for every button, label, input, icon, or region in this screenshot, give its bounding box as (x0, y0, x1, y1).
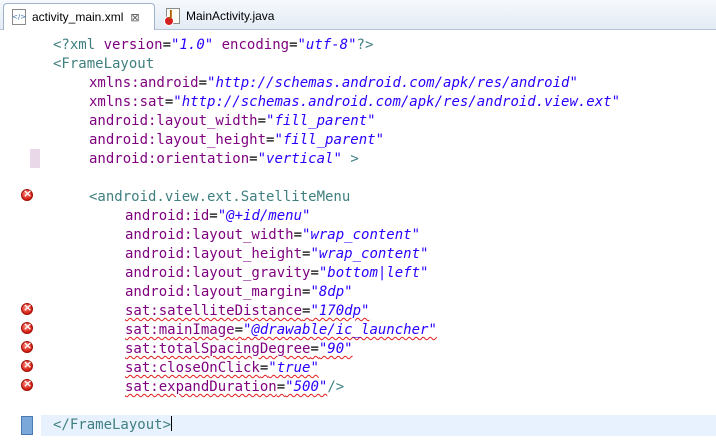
attr-value: "8dp" (310, 284, 353, 300)
java-file-error-icon (164, 8, 180, 26)
attr-value: "true" (268, 360, 319, 376)
attr-name: xmlns:android (89, 75, 199, 91)
attr-name: sat:mainImage (125, 322, 235, 338)
attr-value: "utf-8" (297, 37, 357, 53)
code-line: xmlns:sat="http://schemas.android.com/ap… (89, 93, 620, 112)
error-icon[interactable] (21, 187, 33, 201)
code-line: android:layout_margin="8dp" (125, 283, 353, 302)
equals: = (249, 151, 258, 167)
tag-close: > (341, 151, 359, 167)
tab-label: MainActivity.java (186, 9, 275, 23)
attr-value: "http://schemas.android.com/apk/res/andr… (207, 75, 578, 91)
code-line: xmlns:android="http://schemas.android.co… (89, 74, 578, 93)
tag-close: </FrameLayout> (53, 417, 172, 433)
attr-name: android:layout_height (89, 132, 267, 148)
text-cursor (171, 416, 173, 431)
error-icon[interactable] (21, 358, 33, 372)
tab-activity-main-xml[interactable]: activity_main.xml ⊠ (3, 3, 155, 30)
attr-value: "http://schemas.android.com/apk/res/andr… (173, 94, 621, 110)
code-line: android:orientation="vertical" > (89, 150, 359, 169)
attr-value: "wrap_content" (302, 227, 421, 243)
code-line: <FrameLayout (53, 55, 154, 74)
attr-name: encoding (221, 37, 290, 53)
close-tab-icon[interactable]: ⊠ (130, 11, 139, 24)
attr-name: sat:expandDuration (125, 379, 277, 395)
attr-value: "bottom|left" (318, 265, 429, 281)
error-icon[interactable] (21, 377, 33, 391)
code-line: android:layout_height="fill_parent" (89, 131, 384, 150)
attr-value: "170dp" (310, 303, 370, 319)
code-line-error: sat:closeOnClick="true" (125, 359, 319, 378)
attr-name: android:layout_width (125, 227, 294, 243)
attr-name: android:layout_width (89, 113, 258, 129)
attr-name: version (103, 37, 163, 53)
attr-value: "vertical" (257, 151, 342, 167)
equals: = (198, 75, 208, 91)
attr-name: sat:closeOnClick (125, 360, 260, 376)
code-line: android:layout_width="fill_parent" (89, 112, 376, 131)
code-line: <android.view.ext.SatelliteMenu (89, 188, 350, 207)
attr-value: "500" (285, 379, 328, 395)
equals: = (310, 265, 319, 281)
attr-value: "90" (318, 341, 353, 357)
xml-editor[interactable]: <?xml version="1.0" encoding="utf-8"?> <… (41, 30, 716, 440)
tag-self-close: /> (327, 379, 345, 395)
code-line: android:id="@+id/menu" (125, 207, 310, 226)
attr-name: android:id (125, 208, 210, 224)
equals: = (276, 379, 286, 395)
attr-value: "@drawable/ic_launcher" (243, 322, 437, 338)
code-line: </FrameLayout> (53, 416, 173, 435)
error-icon[interactable] (21, 339, 33, 353)
attr-name: android:layout_gravity (125, 265, 311, 281)
error-icon[interactable] (21, 320, 33, 334)
equals: = (310, 341, 319, 357)
change-marker (30, 149, 40, 168)
attr-value: "@+id/menu" (217, 208, 311, 224)
xml-file-icon (12, 9, 26, 25)
attr-name: android:orientation (89, 151, 250, 167)
attr-name: android:layout_margin (125, 284, 303, 300)
attr-value: "fill_parent" (274, 132, 385, 148)
code-line: android:layout_height="wrap_content" (125, 245, 428, 264)
equals: = (289, 37, 298, 53)
attr-name: android:layout_height (125, 246, 303, 262)
attr-value: "1.0" (171, 37, 214, 53)
equals: = (162, 37, 172, 53)
xml-decl-close: ?> (356, 37, 374, 53)
editor-tab-bar: activity_main.xml ⊠ MainActivity.java (0, 0, 716, 30)
code-line-error: sat:expandDuration="500"/> (125, 378, 344, 397)
tag-open: <android.view.ext.SatelliteMenu (89, 189, 351, 205)
code-line: <?xml version="1.0" encoding="utf-8"?> (53, 36, 373, 55)
attr-value: "wrap_content" (310, 246, 429, 262)
code-line: android:layout_width="wrap_content" (125, 226, 420, 245)
attr-name: sat:totalSpacingDegree (125, 341, 311, 357)
equals: = (234, 322, 244, 338)
code-line: android:layout_gravity="bottom|left" (125, 264, 428, 283)
attr-name: sat:satelliteDistance (125, 303, 303, 319)
error-icon[interactable] (21, 301, 33, 315)
attr-name: xmlns:sat (89, 94, 165, 110)
equals: = (293, 227, 303, 243)
tag-open: <FrameLayout (53, 56, 155, 72)
code-line-error: sat:mainImage="@drawable/ic_launcher" (125, 321, 437, 340)
xml-decl-open: <?xml (53, 37, 104, 53)
code-line-error: sat:totalSpacingDegree="90" (125, 340, 353, 359)
quick-diff-marker (21, 416, 33, 435)
equals: = (257, 113, 267, 129)
tab-main-activity-java[interactable]: MainActivity.java (158, 3, 278, 29)
code-line-error: sat:satelliteDistance="170dp" (125, 302, 369, 321)
equals: = (209, 208, 218, 224)
tab-label: activity_main.xml (32, 10, 124, 24)
attr-value: "fill_parent" (266, 113, 376, 129)
